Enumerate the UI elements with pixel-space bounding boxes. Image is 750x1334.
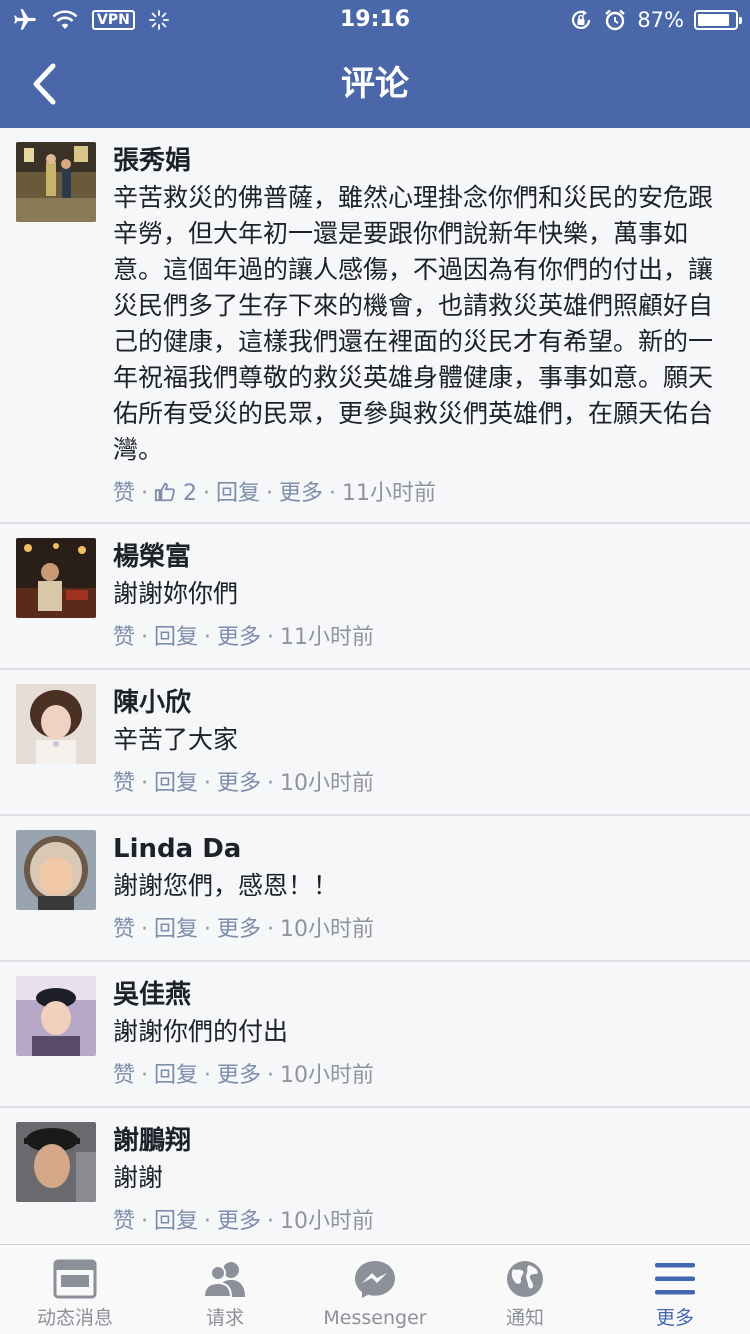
comment-body: 陳小欣 辛苦了大家 赞 · 回复 · 更多 · 10小时前 bbox=[113, 686, 734, 800]
comment-actions: 赞 · 回复 · 更多 · 10小时前 bbox=[113, 768, 734, 800]
comment-item: 謝鵬翔 謝謝 赞 · 回复 · 更多 · 10小时前 bbox=[0, 1108, 750, 1244]
comment-author[interactable]: Linda Da bbox=[113, 832, 734, 866]
avatar[interactable] bbox=[16, 538, 96, 618]
page-title: 评论 bbox=[341, 64, 409, 104]
tab-messenger[interactable]: Messenger bbox=[300, 1245, 450, 1334]
comment-author[interactable]: 吳佳燕 bbox=[113, 978, 734, 1012]
status-bar: VPN 19:16 87% bbox=[0, 0, 750, 40]
like-button[interactable]: 赞 bbox=[113, 768, 135, 800]
comment-timestamp: 10小时前 bbox=[280, 1209, 375, 1234]
orientation-lock-icon bbox=[572, 10, 591, 29]
comment-timestamp: 10小时前 bbox=[280, 917, 375, 942]
like-button[interactable]: 赞 bbox=[113, 1206, 135, 1238]
reply-button[interactable]: 回复 bbox=[216, 478, 260, 510]
battery-icon bbox=[694, 10, 742, 30]
comment-author[interactable]: 謝鵬翔 bbox=[113, 1124, 734, 1158]
comment-body: Linda Da 謝謝您們，感恩！！ 赞 · 回复 · 更多 · 10小时前 bbox=[113, 832, 734, 946]
tab-news-feed[interactable]: 动态消息 bbox=[0, 1245, 150, 1334]
comment-text: 謝謝妳你們 bbox=[113, 579, 239, 608]
comment-actions: 赞 · 回复 · 更多 · 10小时前 bbox=[113, 914, 734, 946]
friend-requests-icon bbox=[202, 1262, 245, 1298]
news-feed-icon bbox=[53, 1259, 97, 1299]
globe-icon bbox=[507, 1261, 543, 1297]
more-button[interactable]: 更多 bbox=[217, 768, 261, 800]
comment-item: 吳佳燕 謝謝你們的付出 赞 · 回复 · 更多 · 10小时前 bbox=[0, 962, 750, 1108]
tab-label: 请求 bbox=[205, 1307, 244, 1329]
avatar[interactable] bbox=[16, 830, 96, 910]
messenger-icon bbox=[355, 1261, 395, 1298]
like-button[interactable]: 赞 bbox=[113, 622, 135, 654]
comment-item: 楊榮富 謝謝妳你們 赞 · 回复 · 更多 · 11小时前 bbox=[0, 524, 750, 670]
thumbs-up-icon bbox=[154, 482, 175, 502]
more-button[interactable]: 更多 bbox=[279, 478, 323, 510]
comment-body: 吳佳燕 謝謝你們的付出 赞 · 回复 · 更多 · 10小时前 bbox=[113, 978, 734, 1092]
tab-requests[interactable]: 请求 bbox=[150, 1245, 300, 1334]
comment-timestamp: 10小时前 bbox=[280, 1063, 375, 1088]
comment-item: 張秀娟 辛苦救災的佛普薩，雖然心理掛念你們和災民的安危跟辛勞，但大年初一還是要跟… bbox=[0, 128, 750, 524]
avatar[interactable] bbox=[16, 1122, 96, 1202]
tab-label: 通知 bbox=[505, 1307, 544, 1329]
reply-button[interactable]: 回复 bbox=[154, 1060, 198, 1092]
comment-text: 謝謝你們的付出 bbox=[113, 1017, 289, 1046]
reply-button[interactable]: 回复 bbox=[154, 914, 198, 946]
comment-actions: 赞 · 2 · 回复 · 更多 · 11小时前 bbox=[113, 478, 734, 510]
comment-item: 陳小欣 辛苦了大家 赞 · 回复 · 更多 · 10小时前 bbox=[0, 670, 750, 816]
like-button[interactable]: 赞 bbox=[113, 478, 135, 510]
tab-label: 动态消息 bbox=[36, 1307, 113, 1329]
battery-fill bbox=[698, 14, 729, 26]
comment-author[interactable]: 張秀娟 bbox=[113, 144, 734, 178]
comment-timestamp: 10小时前 bbox=[280, 771, 375, 796]
comment-text: 謝謝您們，感恩！！ bbox=[113, 871, 339, 900]
battery-percent: 87% bbox=[637, 8, 684, 32]
menu-icon bbox=[655, 1263, 695, 1295]
tab-notifications[interactable]: 通知 bbox=[450, 1245, 600, 1334]
tab-label: Messenger bbox=[323, 1307, 427, 1329]
avatar[interactable] bbox=[16, 684, 96, 764]
status-right: 87% bbox=[569, 6, 742, 34]
like-button[interactable]: 赞 bbox=[113, 1060, 135, 1092]
comment-timestamp: 11小时前 bbox=[342, 481, 437, 506]
comment-timestamp: 11小时前 bbox=[280, 625, 375, 650]
more-button[interactable]: 更多 bbox=[217, 622, 261, 654]
tab-bar: 动态消息 请求 Messenger 通知 更多 bbox=[0, 1244, 750, 1334]
comment-body: 張秀娟 辛苦救災的佛普薩，雖然心理掛念你們和災民的安危跟辛勞，但大年初一還是要跟… bbox=[113, 144, 734, 510]
comment-text: 謝謝 bbox=[113, 1163, 164, 1192]
tab-label: 更多 bbox=[655, 1307, 694, 1329]
more-button[interactable]: 更多 bbox=[217, 1060, 261, 1092]
comment-author[interactable]: 陳小欣 bbox=[113, 686, 734, 720]
comment-body: 謝鵬翔 謝謝 赞 · 回复 · 更多 · 10小时前 bbox=[113, 1124, 734, 1238]
more-button[interactable]: 更多 bbox=[217, 1206, 261, 1238]
comment-item: Linda Da 謝謝您們，感恩！！ 赞 · 回复 · 更多 · 10小时前 bbox=[0, 816, 750, 962]
comment-actions: 赞 · 回复 · 更多 · 10小时前 bbox=[113, 1060, 734, 1092]
comment-body: 楊榮富 謝謝妳你們 赞 · 回复 · 更多 · 11小时前 bbox=[113, 540, 734, 654]
comment-text: 辛苦救災的佛普薩，雖然心理掛念你們和災民的安危跟辛勞，但大年初一還是要跟你們說新… bbox=[113, 183, 714, 464]
navigation-bar: 评论 bbox=[0, 40, 750, 128]
top-bar: VPN 19:16 87% 评论 bbox=[0, 0, 750, 128]
more-button[interactable]: 更多 bbox=[217, 914, 261, 946]
alarm-icon bbox=[605, 9, 626, 31]
comment-actions: 赞 · 回复 · 更多 · 10小时前 bbox=[113, 1206, 734, 1238]
reply-button[interactable]: 回复 bbox=[154, 622, 198, 654]
reply-button[interactable]: 回复 bbox=[154, 1206, 198, 1238]
likes-count[interactable]: 2 bbox=[154, 478, 197, 510]
avatar[interactable] bbox=[16, 976, 96, 1056]
like-button[interactable]: 赞 bbox=[113, 914, 135, 946]
tab-more[interactable]: 更多 bbox=[600, 1245, 750, 1334]
reply-button[interactable]: 回复 bbox=[154, 768, 198, 800]
avatar[interactable] bbox=[16, 142, 96, 222]
comment-text: 辛苦了大家 bbox=[113, 725, 239, 754]
comment-actions: 赞 · 回复 · 更多 · 11小时前 bbox=[113, 622, 734, 654]
comment-author[interactable]: 楊榮富 bbox=[113, 540, 734, 574]
